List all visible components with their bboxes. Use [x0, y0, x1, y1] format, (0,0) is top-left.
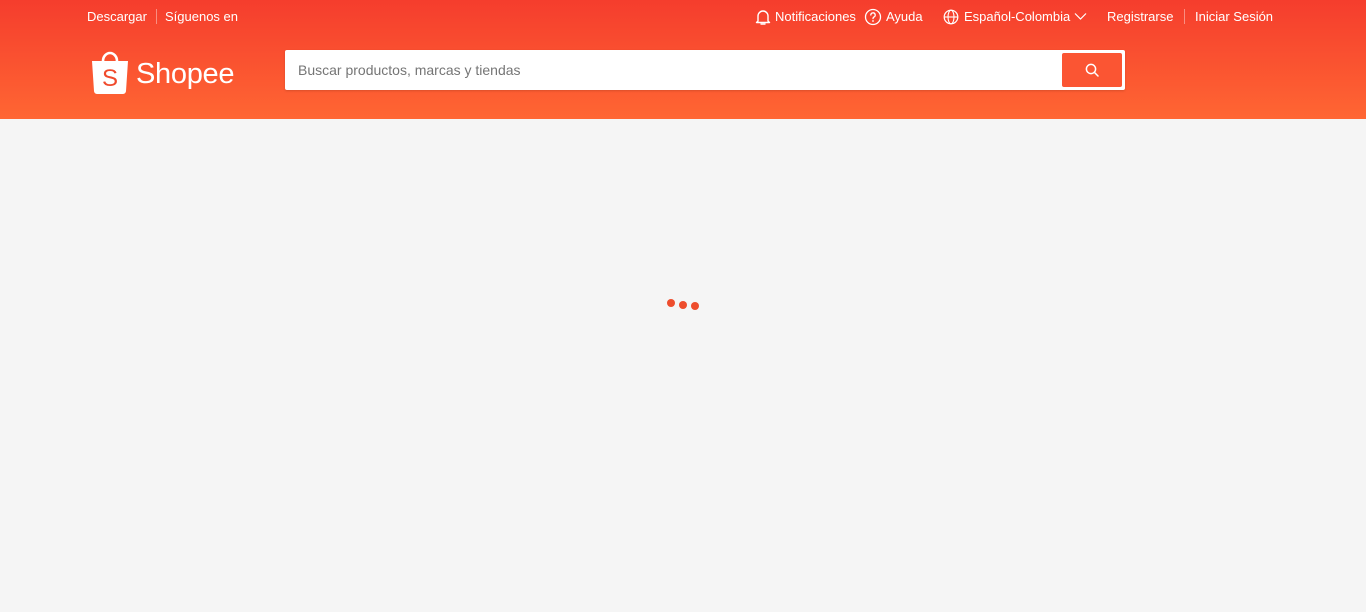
help-link[interactable]: Ayuda [886, 9, 923, 25]
svg-text:S: S [102, 65, 118, 92]
search-button[interactable] [1062, 53, 1122, 87]
divider [1184, 9, 1185, 24]
brand-name: Shopee [136, 58, 235, 90]
follow-us-link[interactable]: Síguenos en [165, 9, 238, 25]
shopee-logo[interactable]: S Shopee [90, 47, 240, 97]
register-link[interactable]: Registrarse [1107, 9, 1173, 25]
loading-spinner [664, 297, 704, 313]
top-navbar: Descargar Síguenos en Notificaciones Ayu… [0, 0, 1366, 34]
question-circle-icon[interactable] [864, 8, 882, 29]
divider [156, 9, 157, 24]
loading-dot [691, 302, 699, 310]
search-icon [1085, 63, 1099, 77]
search-input[interactable] [298, 50, 1058, 90]
search-bar [285, 50, 1125, 90]
globe-icon[interactable] [943, 8, 959, 29]
notifications-link[interactable]: Notificaciones [775, 9, 856, 25]
download-link[interactable]: Descargar [87, 9, 147, 25]
login-link[interactable]: Iniciar Sesión [1195, 9, 1273, 25]
bell-icon[interactable] [755, 8, 771, 29]
shopping-bag-icon: S [90, 48, 130, 99]
loading-dot [667, 299, 675, 307]
header: Descargar Síguenos en Notificaciones Ayu… [0, 0, 1366, 119]
chevron-down-icon[interactable] [1074, 10, 1087, 25]
language-selector[interactable]: Español-Colombia [964, 9, 1070, 25]
loading-dot [679, 301, 687, 309]
